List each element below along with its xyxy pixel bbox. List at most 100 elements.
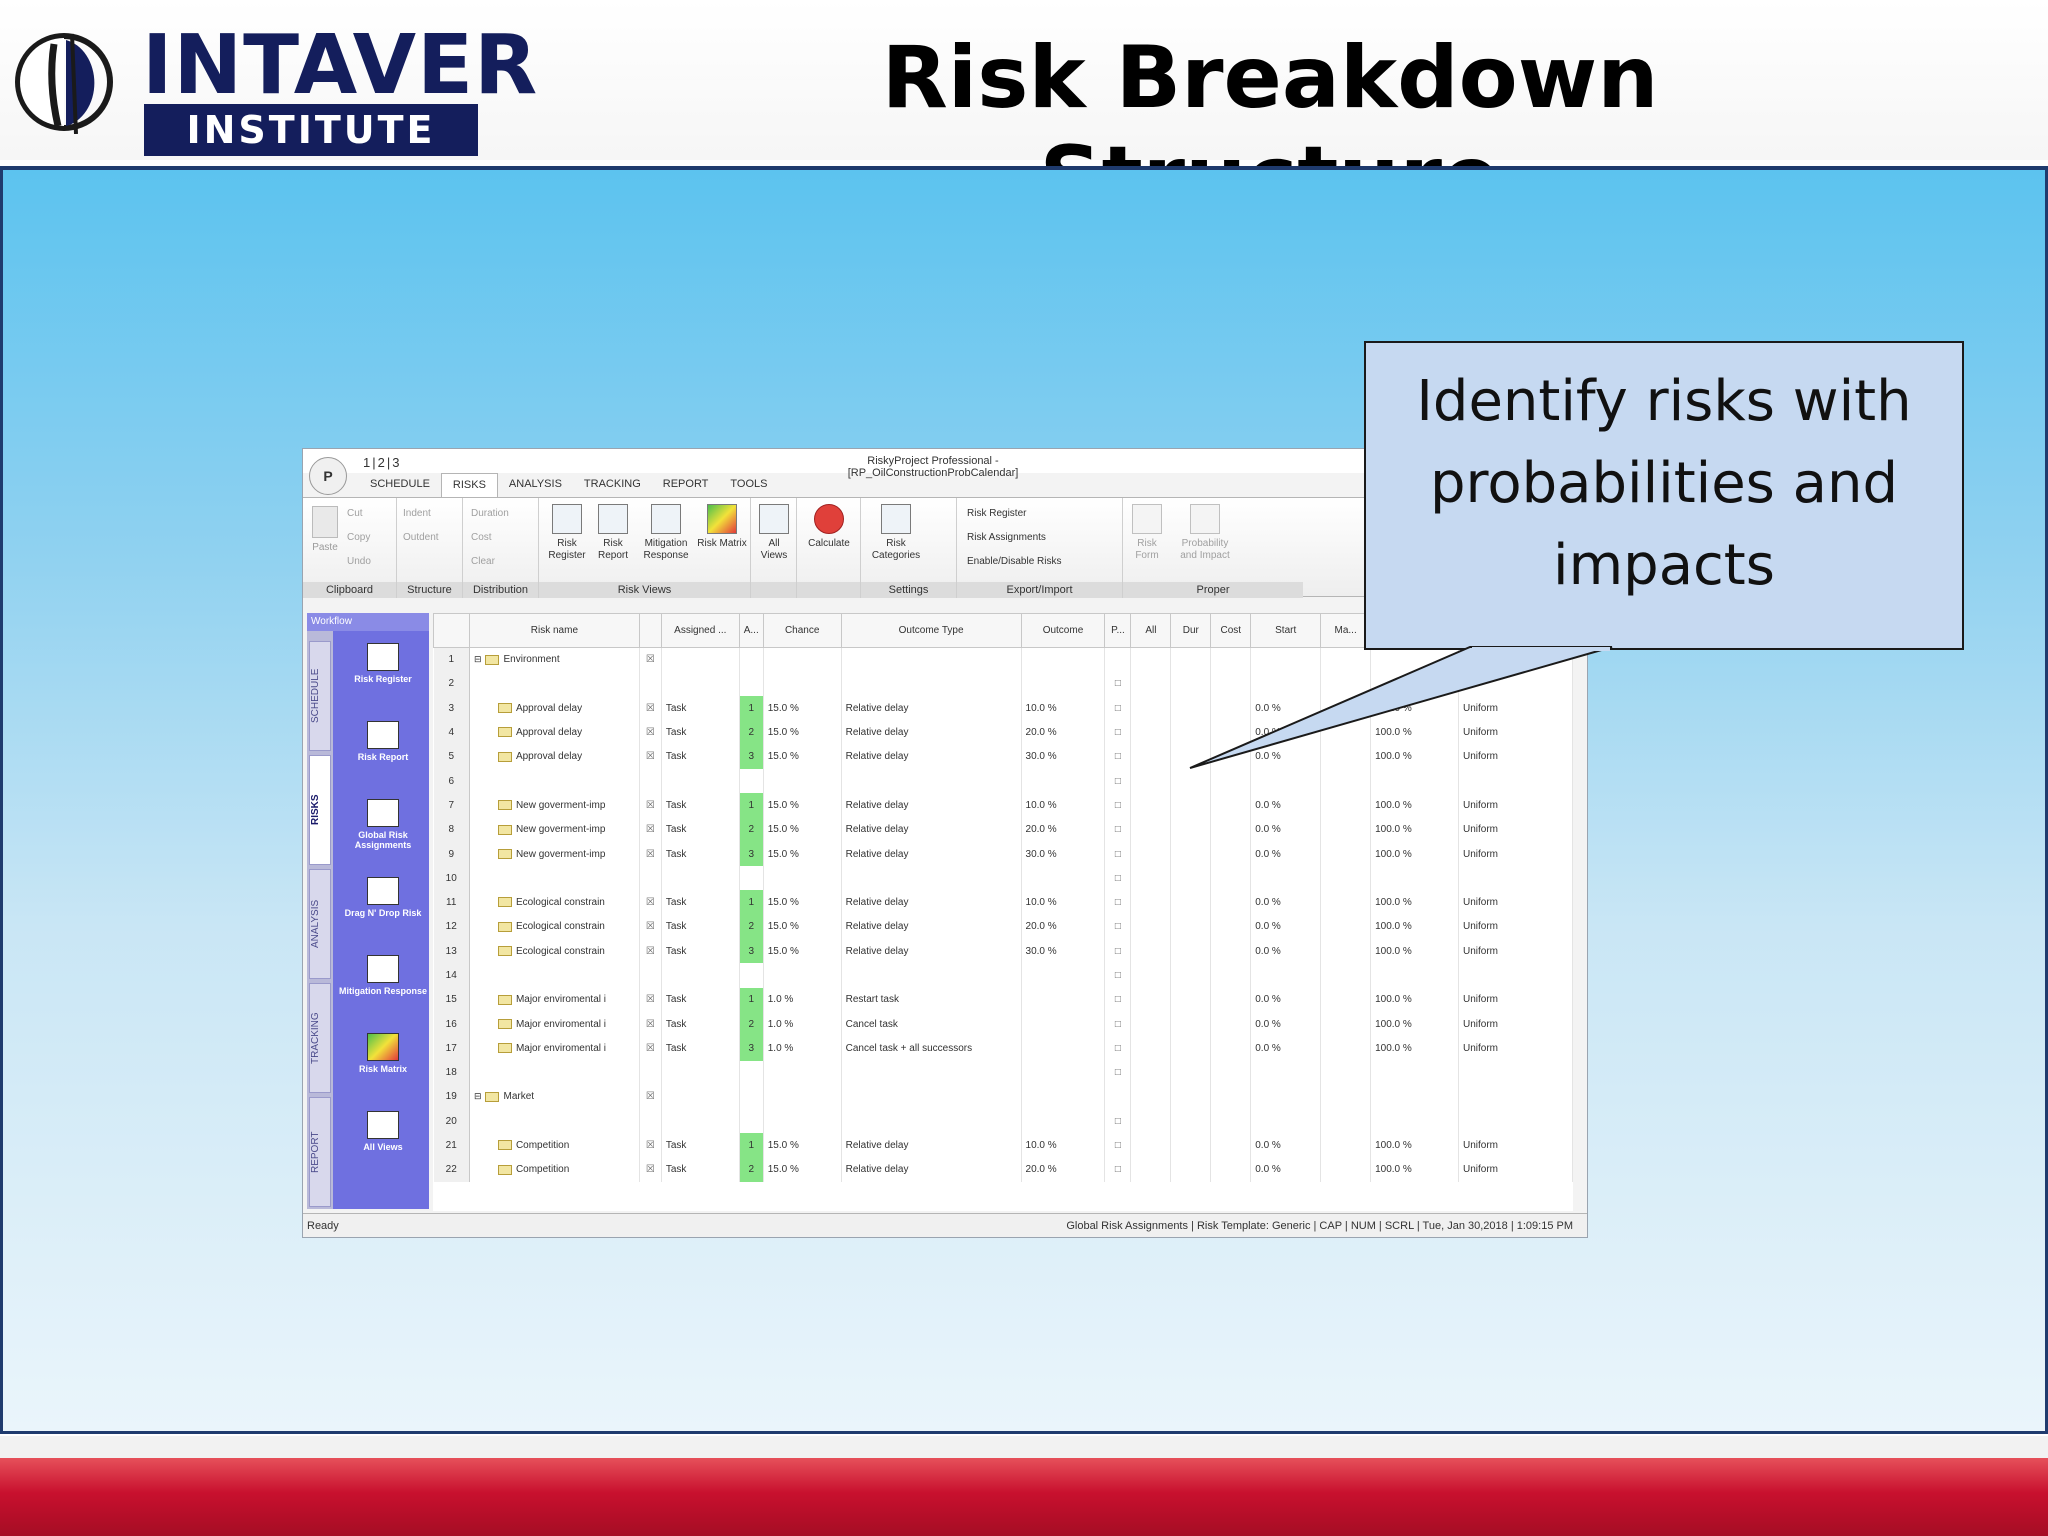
tab-tracking[interactable]: TRACKING xyxy=(573,473,652,497)
outcome-type-cell[interactable]: Relative delay xyxy=(841,914,1022,940)
checkbox[interactable]: □ xyxy=(1104,1133,1132,1158)
assign-checkbox[interactable]: ☒ xyxy=(639,1011,662,1037)
alternative-cell[interactable]: 2 xyxy=(739,1011,764,1037)
row-number[interactable]: 6 xyxy=(433,768,470,794)
checkbox[interactable]: □ xyxy=(1104,963,1132,988)
alternative-cell[interactable]: 1 xyxy=(739,696,764,721)
assign-checkbox[interactable]: ☒ xyxy=(639,914,662,940)
outcome-type-cell[interactable]: Cancel task + all successors xyxy=(841,1036,1022,1061)
assign-checkbox[interactable]: ☒ xyxy=(639,1084,662,1110)
empty-cell[interactable] xyxy=(1320,696,1372,721)
empty-cell[interactable] xyxy=(1458,1109,1573,1134)
chance-cell[interactable]: 1.0 % xyxy=(763,1036,842,1061)
row-number[interactable]: 14 xyxy=(433,963,470,988)
empty-cell[interactable] xyxy=(1320,793,1372,818)
risk-name-cell[interactable]: Competition xyxy=(469,1133,640,1158)
outcome-cell[interactable]: 30.0 % xyxy=(1021,744,1106,769)
alternative-cell[interactable]: 3 xyxy=(739,1036,764,1061)
empty-cell[interactable] xyxy=(469,963,640,988)
empty-cell[interactable] xyxy=(1130,671,1172,697)
outcome-type-cell[interactable]: Relative delay xyxy=(841,793,1022,818)
distribution-cell[interactable]: Uniform xyxy=(1458,1011,1573,1037)
column-header[interactable]: Cost xyxy=(1210,613,1252,648)
assigned-to-cell[interactable]: Task xyxy=(661,914,740,940)
assigned-to-cell[interactable]: Task xyxy=(661,1011,740,1037)
cost-cell[interactable] xyxy=(1210,914,1252,940)
dur-cell[interactable] xyxy=(1170,1036,1212,1061)
empty-cell[interactable] xyxy=(661,963,740,988)
empty-cell[interactable] xyxy=(1320,1036,1372,1061)
alternative-cell[interactable]: 3 xyxy=(739,939,764,964)
export-risk-register-button[interactable]: Risk Register xyxy=(967,508,1026,519)
outcome-cell[interactable]: 10.0 % xyxy=(1021,1133,1106,1158)
empty-cell[interactable] xyxy=(1130,1109,1172,1134)
empty-cell[interactable] xyxy=(1320,987,1372,1012)
row-number[interactable]: 3 xyxy=(433,696,470,721)
cost-cell[interactable] xyxy=(1210,1011,1252,1037)
alternative-cell[interactable]: 1 xyxy=(739,890,764,915)
assign-checkbox[interactable]: ☒ xyxy=(639,987,662,1012)
table-row[interactable]: 13 Ecological constrain ☒ Task 3 15.0 % Relati… xyxy=(433,939,1573,964)
empty-cell[interactable] xyxy=(1210,1084,1252,1110)
start-cell[interactable]: 0.0 % xyxy=(1250,1157,1322,1183)
start-cell[interactable]: 0.0 % xyxy=(1250,793,1322,818)
row-number[interactable]: 19 xyxy=(433,1084,470,1110)
dur-cell[interactable] xyxy=(1170,817,1212,842)
row-number[interactable]: 15 xyxy=(433,987,470,1012)
checkbox[interactable]: □ xyxy=(1104,696,1132,721)
max-cell[interactable]: 100.0 % xyxy=(1370,720,1459,745)
all-views-button[interactable]: All Views xyxy=(755,504,793,562)
cost-cell[interactable] xyxy=(1210,890,1252,915)
indent-button[interactable]: Indent xyxy=(403,508,431,519)
risk-categories-button[interactable]: Risk Categories xyxy=(865,504,927,562)
empty-cell[interactable] xyxy=(1320,914,1372,940)
cost-cell[interactable] xyxy=(1210,1157,1252,1183)
row-number[interactable]: 10 xyxy=(433,866,470,891)
collapse-icon[interactable]: ⊟ xyxy=(474,654,482,664)
empty-cell[interactable] xyxy=(1250,963,1322,988)
empty-cell[interactable] xyxy=(1250,1060,1322,1085)
empty-cell[interactable] xyxy=(1320,963,1372,988)
empty-cell[interactable] xyxy=(1320,1157,1372,1183)
empty-cell[interactable] xyxy=(841,1060,1022,1085)
cost-cell[interactable] xyxy=(1210,720,1252,745)
row-number[interactable]: 20 xyxy=(433,1109,470,1134)
dur-cell[interactable] xyxy=(1170,720,1212,745)
outcome-cell[interactable] xyxy=(1021,1011,1106,1037)
outcome-cell[interactable]: 10.0 % xyxy=(1021,696,1106,721)
empty-cell[interactable] xyxy=(1170,866,1212,891)
empty-cell[interactable] xyxy=(1021,1084,1106,1110)
empty-cell[interactable] xyxy=(1210,647,1252,672)
empty-cell[interactable] xyxy=(639,963,662,988)
checkbox[interactable]: □ xyxy=(1104,987,1132,1012)
empty-cell[interactable] xyxy=(1130,866,1172,891)
distribution-cell[interactable]: Uniform xyxy=(1458,720,1573,745)
calculate-button[interactable]: Calculate xyxy=(801,504,857,550)
empty-cell[interactable] xyxy=(1458,671,1573,697)
distribution-cell[interactable]: Uniform xyxy=(1458,817,1573,842)
workflow-tab-analysis[interactable]: ANALYSIS xyxy=(309,869,331,979)
outcome-cell[interactable] xyxy=(1021,1036,1106,1061)
row-number[interactable]: 5 xyxy=(433,744,470,769)
outcome-cell[interactable]: 20.0 % xyxy=(1021,817,1106,842)
all-cell[interactable] xyxy=(1130,744,1172,769)
chance-cell[interactable]: 15.0 % xyxy=(763,1133,842,1158)
assigned-to-cell[interactable]: Task xyxy=(661,841,740,867)
dur-cell[interactable] xyxy=(1170,1157,1212,1183)
cost-cell[interactable] xyxy=(1210,1036,1252,1061)
risk-register-button[interactable]: Risk Register xyxy=(543,504,591,562)
empty-cell[interactable] xyxy=(469,1109,640,1134)
distribution-cell[interactable]: Uniform xyxy=(1458,939,1573,964)
assigned-to-cell[interactable]: Task xyxy=(661,1133,740,1158)
empty-cell[interactable] xyxy=(1130,1084,1172,1110)
workflow-global-risk-assignments[interactable]: Global Risk Assignments xyxy=(337,799,429,850)
row-number[interactable]: 21 xyxy=(433,1133,470,1158)
cost-cell[interactable] xyxy=(1210,793,1252,818)
distribution-cell[interactable]: Uniform xyxy=(1458,744,1573,769)
cost-cell[interactable] xyxy=(1210,841,1252,867)
empty-cell[interactable] xyxy=(1130,1060,1172,1085)
empty-cell[interactable] xyxy=(1370,866,1459,891)
table-row[interactable]: 3 Approval delay ☒ Task 1 15.0 % Relative dela… xyxy=(433,696,1573,721)
tab-report[interactable]: REPORT xyxy=(652,473,720,497)
all-cell[interactable] xyxy=(1130,817,1172,842)
